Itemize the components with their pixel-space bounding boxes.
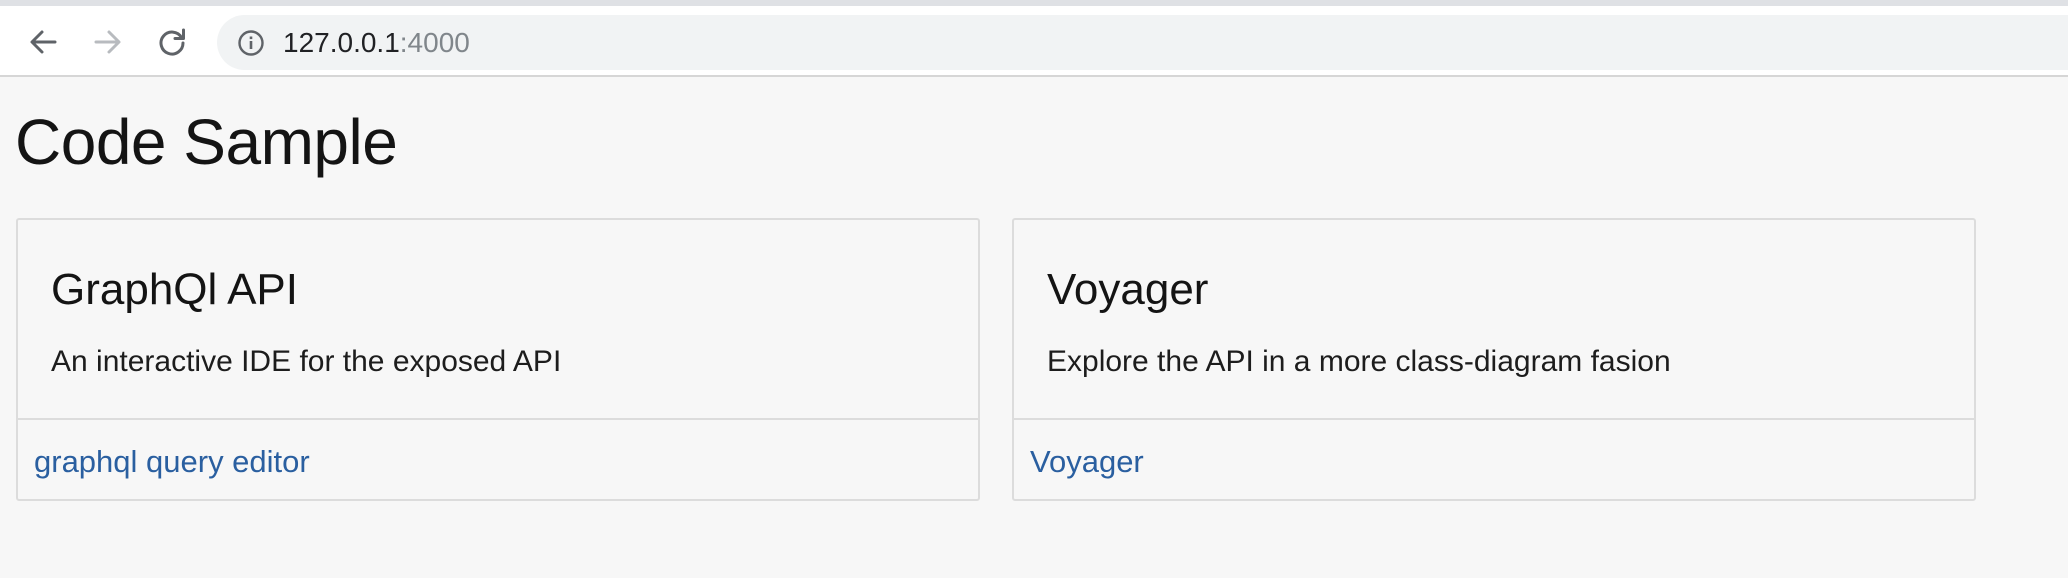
card-text: Explore the API in a more class-diagram …: [1047, 345, 1671, 378]
card-divider: [1014, 418, 1974, 420]
graphql-api-card: GraphQl API An interactive IDE for the e…: [16, 218, 980, 501]
url-text[interactable]: 127.0.0.1:4000: [283, 28, 470, 58]
card-title: Voyager: [1047, 265, 1209, 314]
info-icon[interactable]: [237, 29, 265, 57]
reload-icon: [159, 28, 185, 56]
arrow-right-icon: [94, 30, 121, 54]
address-bar[interactable]: 127.0.0.1:4000: [217, 15, 2068, 70]
url-host: 127.0.0.1: [283, 27, 400, 58]
card-text: An interactive IDE for the exposed API: [51, 345, 562, 378]
voyager-card: Voyager Explore the API in a more class-…: [1012, 218, 1976, 501]
card-body: Voyager Explore the API in a more class-…: [1014, 220, 1974, 420]
forward-button[interactable]: [86, 20, 130, 64]
reload-button[interactable]: [150, 20, 194, 64]
card-body: GraphQl API An interactive IDE for the e…: [18, 220, 978, 420]
arrow-left-icon: [30, 30, 57, 54]
page-title: Code Sample: [15, 106, 398, 178]
url-port: :4000: [399, 27, 470, 58]
graphql-query-editor-link[interactable]: graphql query editor: [34, 444, 310, 480]
browser-toolbar: 127.0.0.1:4000: [0, 6, 2068, 77]
voyager-link[interactable]: Voyager: [1030, 444, 1144, 480]
back-button[interactable]: [21, 20, 65, 64]
card-divider: [18, 418, 978, 420]
card-title: GraphQl API: [51, 265, 299, 314]
